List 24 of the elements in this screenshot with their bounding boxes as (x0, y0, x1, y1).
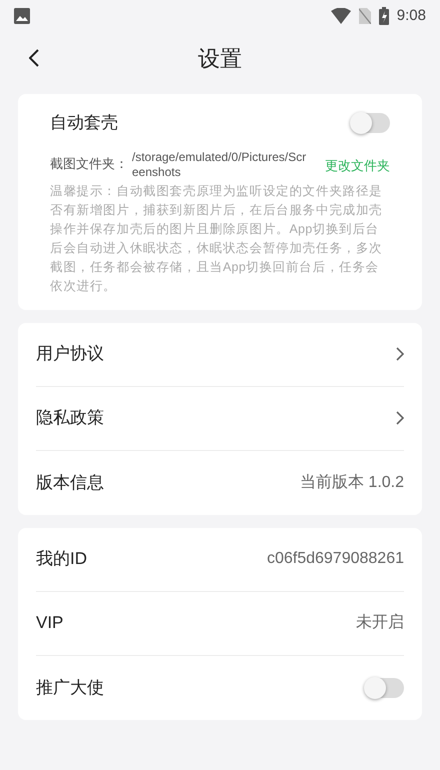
row-label: 推广大使 (36, 676, 104, 699)
battery-icon (378, 7, 389, 25)
chevron-right-icon (396, 411, 404, 425)
wifi-icon (330, 8, 351, 24)
row-value: c06f5d6979088261 (266, 549, 404, 569)
hint-text: 温馨提示：自动截图套壳原理为监听设定的文件夹路径是否有新增图片，捕获到新图片后，在后台服务中完成加壳操作并保存加壳后的图片且删除原图片。App切换到后台后会自动进入休眠状态，休眠状态会暂停加壳任务，多次截图，任务都会被存储，且当App切换回前台后，任务会依次进行。 (50, 182, 384, 294)
toggle-switch[interactable] (352, 112, 390, 133)
row-label[interactable]: 用户协议 (36, 341, 104, 367)
image-icon (14, 8, 30, 24)
folder-path: /storage/emulated/0/Pictures/Screenshots (132, 150, 308, 180)
page-title: 设置 (198, 44, 242, 72)
toggle-switch[interactable] (366, 678, 404, 698)
row-label: VIP (36, 612, 64, 634)
row-label: 我的ID (36, 548, 87, 570)
auto-shell-label: 自动套壳 (50, 112, 118, 134)
chevron-left-icon (29, 49, 39, 67)
row-value: 当前版本 1.0.2 (300, 472, 404, 492)
no-sim-icon (358, 8, 371, 24)
row-label[interactable]: 隐私政策 (36, 405, 104, 431)
status-time: 9:08 (396, 6, 426, 26)
row-value: 未开启 (356, 612, 404, 633)
row-label: 版本信息 (36, 472, 104, 494)
folder-label: 截图文件夹： (50, 154, 128, 172)
chevron-right-icon (396, 347, 404, 361)
